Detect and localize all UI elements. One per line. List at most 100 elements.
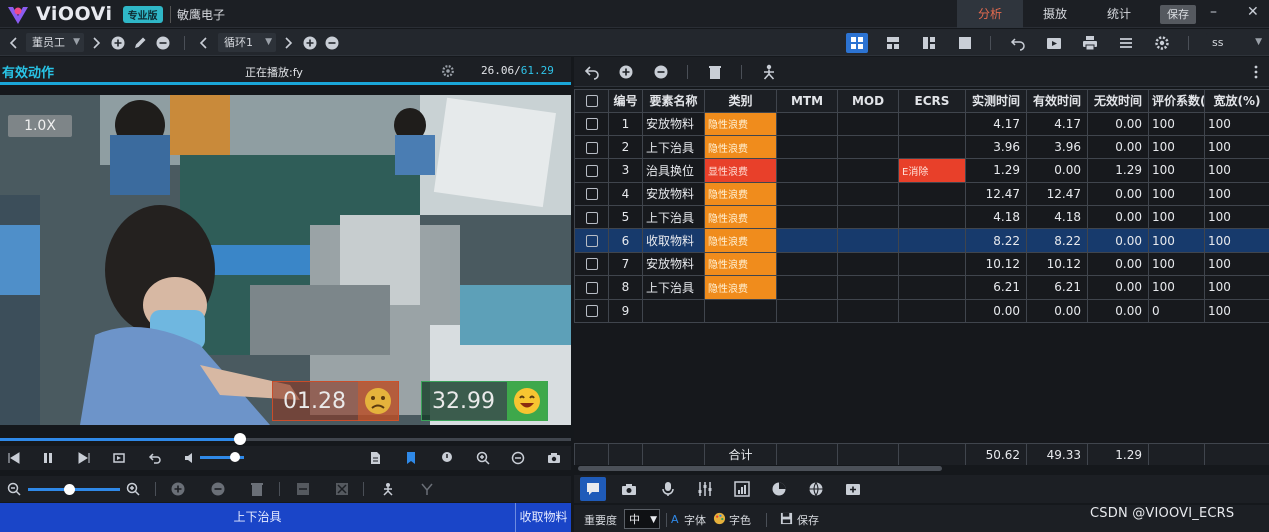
- scrub-handle[interactable]: [233, 433, 246, 445]
- cell-invalid[interactable]: 0.00: [1087, 204, 1149, 230]
- add-circle-icon[interactable]: [110, 35, 126, 51]
- trash-icon[interactable]: [707, 64, 723, 80]
- skip-forward-icon[interactable]: [76, 450, 92, 466]
- header-category[interactable]: 类别: [704, 89, 777, 113]
- remove-circle-icon[interactable]: [324, 35, 340, 51]
- cell-valid[interactable]: 0.00: [1026, 298, 1088, 323]
- cell-measured[interactable]: 8.22: [965, 228, 1027, 253]
- cell-name[interactable]: 上下治具: [642, 204, 705, 230]
- cell-name[interactable]: 上下治具: [642, 134, 705, 160]
- volume-icon[interactable]: [182, 450, 198, 466]
- row-checkbox-cell[interactable]: [574, 181, 609, 207]
- font-button[interactable]: 字体: [684, 512, 706, 528]
- gear-icon[interactable]: [441, 64, 455, 78]
- row-checkbox-cell[interactable]: [574, 298, 609, 323]
- document-icon[interactable]: [367, 450, 383, 466]
- row-checkbox[interactable]: [585, 188, 598, 201]
- cell-category[interactable]: [704, 298, 777, 323]
- cell-ecrs[interactable]: [898, 251, 966, 277]
- cell-measured[interactable]: 12.47: [965, 181, 1027, 207]
- cell-mod[interactable]: [837, 298, 899, 323]
- row-checkbox[interactable]: [585, 141, 598, 154]
- cell-no[interactable]: 3: [608, 158, 643, 183]
- table-horizontal-scrollbar[interactable]: [574, 465, 1269, 472]
- cell-ecrs[interactable]: [898, 228, 966, 253]
- table-row[interactable]: 6 收取物料 隐性浪费 8.22 8.22 0.00 100 100: [574, 228, 1269, 253]
- cell-category[interactable]: 隐性浪费: [704, 204, 777, 230]
- cell-allowance[interactable]: 100: [1204, 298, 1269, 323]
- header-select-all[interactable]: [574, 89, 609, 113]
- edit-pencil-icon[interactable]: [132, 35, 148, 51]
- cell-ecrs[interactable]: [898, 134, 966, 160]
- cell-no[interactable]: 7: [608, 251, 643, 277]
- cell-measured[interactable]: 3.96: [965, 134, 1027, 160]
- print-icon[interactable]: [1082, 35, 1098, 51]
- chevron-right-icon[interactable]: [88, 35, 104, 51]
- header-mod[interactable]: MOD: [837, 89, 899, 113]
- cell-mtm[interactable]: [776, 298, 838, 323]
- remove-circle-icon[interactable]: [653, 64, 669, 80]
- cell-measured[interactable]: 1.29: [965, 158, 1027, 183]
- globe-icon[interactable]: [808, 481, 824, 497]
- undo-icon[interactable]: [584, 64, 600, 80]
- cell-category[interactable]: 隐性浪费: [704, 134, 777, 160]
- header-valid[interactable]: 有效时间: [1026, 89, 1088, 113]
- header-rating[interactable]: 评价系数(%: [1148, 89, 1205, 113]
- video-player[interactable]: 1.0X 01.28 32.99: [0, 95, 571, 425]
- tab-playback[interactable]: 摄放: [1023, 0, 1087, 28]
- cell-allowance[interactable]: 100: [1204, 204, 1269, 230]
- cell-measured[interactable]: 0.00: [965, 298, 1027, 323]
- loop-icon[interactable]: [111, 450, 127, 466]
- playback-speed-badge[interactable]: 1.0X: [8, 115, 72, 137]
- cell-mod[interactable]: [837, 275, 899, 300]
- row-checkbox-cell[interactable]: [574, 204, 609, 230]
- element-timeline[interactable]: 上下治具 收取物料: [0, 503, 571, 532]
- gear-icon[interactable]: [1154, 35, 1170, 51]
- timeline-segment-next[interactable]: 收取物料: [515, 503, 571, 532]
- cell-rating[interactable]: 100: [1148, 228, 1205, 253]
- header-invalid[interactable]: 无效时间: [1087, 89, 1149, 113]
- cycle-select[interactable]: 循环1 ▼: [218, 33, 276, 52]
- split-icon[interactable]: [334, 481, 350, 497]
- save-button[interactable]: 保存: [1160, 5, 1196, 24]
- volume-handle[interactable]: [230, 452, 241, 462]
- camera-icon[interactable]: [546, 450, 562, 466]
- cell-rating[interactable]: 100: [1148, 275, 1205, 300]
- layout-columns-icon[interactable]: [882, 33, 904, 53]
- table-row[interactable]: 3 治具换位 显性浪费 E消除 1.29 0.00 1.29 100 100: [574, 158, 1269, 183]
- zoom-out-icon[interactable]: [6, 481, 22, 497]
- cell-name[interactable]: 上下治具: [642, 275, 705, 300]
- chevron-left-icon[interactable]: [6, 35, 22, 51]
- person-icon[interactable]: [380, 481, 396, 497]
- cell-measured[interactable]: 4.17: [965, 111, 1027, 136]
- merge-icon[interactable]: [295, 481, 311, 497]
- cell-name[interactable]: 安放物料: [642, 111, 705, 136]
- cell-mod[interactable]: [837, 204, 899, 230]
- cell-rating[interactable]: 100: [1148, 158, 1205, 183]
- font-icon[interactable]: A: [671, 513, 679, 526]
- add-circle-icon[interactable]: [302, 35, 318, 51]
- timeline-segment-current[interactable]: 上下治具: [0, 503, 515, 532]
- layout-grid-icon[interactable]: [846, 33, 868, 53]
- table-row[interactable]: 5 上下治具 隐性浪费 4.18 4.18 0.00 100 100: [574, 204, 1269, 230]
- person-icon[interactable]: [761, 64, 777, 80]
- cell-invalid[interactable]: 0.00: [1087, 251, 1149, 277]
- row-checkbox-cell[interactable]: [574, 134, 609, 160]
- add-circle-icon[interactable]: [170, 481, 186, 497]
- cell-measured[interactable]: 10.12: [965, 251, 1027, 277]
- cell-mod[interactable]: [837, 251, 899, 277]
- cell-allowance[interactable]: 100: [1204, 134, 1269, 160]
- comment-icon[interactable]: [585, 481, 601, 497]
- cell-allowance[interactable]: 100: [1204, 228, 1269, 253]
- cell-invalid[interactable]: 0.00: [1087, 275, 1149, 300]
- font-color-button[interactable]: 字色: [729, 512, 751, 528]
- cell-mtm[interactable]: [776, 251, 838, 277]
- cell-category[interactable]: 隐性浪费: [704, 251, 777, 277]
- row-checkbox[interactable]: [585, 281, 598, 294]
- cell-ecrs[interactable]: E消除: [898, 158, 966, 183]
- layout-split-icon[interactable]: [918, 33, 940, 53]
- row-checkbox-cell[interactable]: [574, 111, 609, 136]
- trash-icon[interactable]: [249, 481, 265, 497]
- sliders-icon[interactable]: [697, 481, 713, 497]
- video-folder-icon[interactable]: [1046, 35, 1062, 51]
